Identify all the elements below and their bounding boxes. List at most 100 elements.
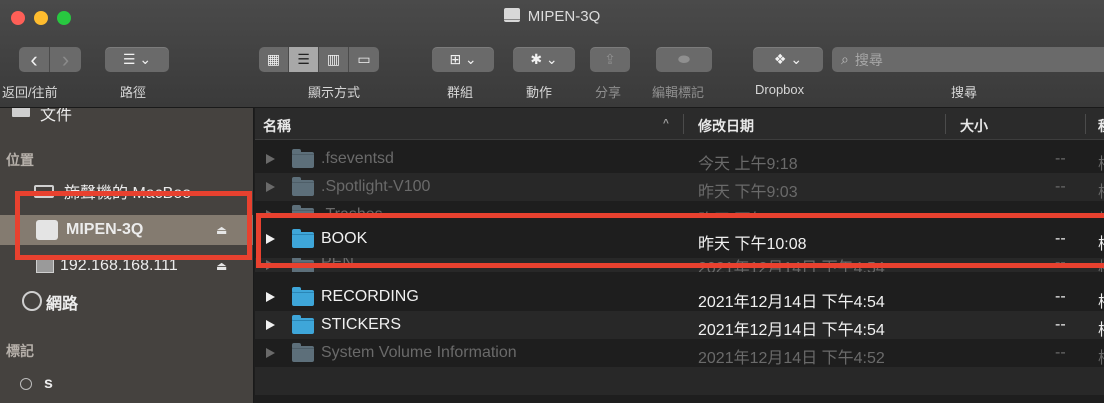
group-button[interactable]: ⊞ ⌄ <box>432 47 494 72</box>
file-name: System Volume Information <box>321 344 517 361</box>
sidebar: 文件 位置 旆聲機的 MacBoo MIPEN-3Q ⏏ 192.168.168… <box>0 108 254 403</box>
back-button[interactable]: ‹ <box>19 47 50 72</box>
column-header-size[interactable]: 大小 <box>960 116 988 136</box>
back-forward-label: 返回/往前 <box>2 85 58 100</box>
file-size: -- <box>1055 206 1066 215</box>
disclosure-triangle-icon[interactable] <box>266 182 275 192</box>
laptop-icon <box>34 185 54 198</box>
disclosure-triangle-icon[interactable] <box>266 154 275 164</box>
column-header-kind[interactable]: 種 <box>1098 116 1104 136</box>
back-forward-control: ‹ › <box>19 47 81 72</box>
file-name: .Trashes <box>321 206 383 215</box>
action-label: 動作 <box>526 85 553 100</box>
file-size: -- <box>1055 150 1066 167</box>
file-row-system-volume-information[interactable]: System Volume Information 2021年12月14日 下午… <box>255 339 1104 367</box>
file-list: 名稱 ^ 修改日期 大小 種 .fseventsd 今天 上午9:18 -- 檔… <box>255 108 1104 403</box>
path-label: 路徑 <box>120 85 147 100</box>
share-button[interactable]: ⇪ <box>590 47 630 72</box>
column-header-row: 名稱 ^ 修改日期 大小 種 <box>255 108 1104 140</box>
sidebar-item-label: s <box>44 375 53 392</box>
server-icon <box>36 259 54 273</box>
file-size: -- <box>1055 230 1066 247</box>
file-name: RECORDING <box>321 288 419 305</box>
icon-view-button[interactable]: ▦ <box>259 47 289 72</box>
edit-tags-label: 編輯標記 <box>652 85 705 100</box>
folder-icon <box>292 287 314 306</box>
file-size: -- <box>1055 344 1066 361</box>
window-title: MIPEN-3Q <box>0 8 1104 25</box>
file-kind: 檔 <box>1098 344 1104 368</box>
sidebar-item-documents[interactable]: 文件 <box>0 108 253 124</box>
file-name: .fseventsd <box>321 150 394 167</box>
folder-icon <box>292 258 314 272</box>
edit-tags-button[interactable]: ⬬ <box>656 47 712 72</box>
file-kind: 檔 <box>1098 206 1104 215</box>
file-kind: 檔 <box>1098 178 1104 202</box>
sidebar-item-label: 192.168.168.111 <box>60 257 178 274</box>
file-kind: 檔 <box>1098 150 1104 174</box>
column-header-date-modified[interactable]: 修改日期 <box>698 116 754 136</box>
file-row-book[interactable]: BOOK 昨天 下午10:08 -- 檔 <box>255 225 1104 253</box>
path-button[interactable]: ☰ ⌄ <box>105 47 169 72</box>
sidebar-item-tag-s[interactable]: s <box>0 371 253 397</box>
search-field[interactable]: ⌕ <box>832 47 1104 72</box>
sidebar-section-locations: 位置 <box>6 152 34 168</box>
disclosure-triangle-icon[interactable] <box>266 234 275 244</box>
file-date: 昨天 下午9:31 <box>698 206 798 215</box>
sidebar-item-label: 文件 <box>40 108 73 124</box>
disclosure-triangle-icon[interactable] <box>266 320 275 330</box>
file-row-pen[interactable]: PEN 2021年12月14日 下午4:54 -- 檔 <box>255 258 1104 272</box>
file-name: PEN <box>321 258 354 271</box>
file-name: .Spotlight-V100 <box>321 178 431 195</box>
sidebar-item-network-server[interactable]: 192.168.168.111 ⏏ <box>0 253 253 279</box>
share-label: 分享 <box>595 85 622 100</box>
file-size: -- <box>1055 178 1066 195</box>
folder-icon <box>292 149 314 168</box>
tag-circle-icon <box>20 378 32 390</box>
disclosure-triangle-icon[interactable] <box>266 348 275 358</box>
action-button[interactable]: ✱ ⌄ <box>513 47 575 72</box>
disclosure-triangle-icon[interactable] <box>266 260 275 270</box>
file-row-fseventsd[interactable]: .fseventsd 今天 上午9:18 -- 檔 <box>255 145 1104 173</box>
file-row-stickers[interactable]: STICKERS 2021年12月14日 下午4:54 -- 檔 <box>255 311 1104 339</box>
sidebar-item-network[interactable]: 網路 <box>0 289 253 315</box>
gallery-view-button[interactable]: ▭ <box>349 47 379 72</box>
file-size: -- <box>1055 316 1066 333</box>
sidebar-section-tags: 標記 <box>6 343 34 359</box>
file-row-trashes[interactable]: .Trashes 昨天 下午9:31 -- 檔 <box>255 201 1104 215</box>
file-kind: 檔 <box>1098 316 1104 340</box>
folder-icon <box>292 177 314 196</box>
file-date: 2021年12月14日 下午4:54 <box>698 260 885 272</box>
disclosure-triangle-icon[interactable] <box>266 292 275 302</box>
column-header-name[interactable]: 名稱 <box>263 116 291 136</box>
sidebar-item-macbook[interactable]: 旆聲機的 MacBoo <box>0 178 253 204</box>
eject-icon[interactable]: ⏏ <box>216 223 227 237</box>
sidebar-item-mipen-3q[interactable]: MIPEN-3Q ⏏ <box>0 215 253 245</box>
search-icon: ⌕ <box>841 51 849 67</box>
file-row-spotlight[interactable]: .Spotlight-V100 昨天 下午9:03 -- 檔 <box>255 173 1104 201</box>
window-toolbar: MIPEN-3Q ‹ › ☰ ⌄ ▦ ☰ ▥ ▭ ⊞ ⌄ ✱ ⌄ ⇪ ⬬ ❖ ⌄… <box>0 0 1104 108</box>
view-label: 顯示方式 <box>308 85 361 100</box>
list-view-button[interactable]: ☰ <box>289 47 319 72</box>
disclosure-triangle-icon[interactable] <box>266 210 275 215</box>
dropbox-button[interactable]: ❖ ⌄ <box>753 47 823 72</box>
file-size: -- <box>1055 288 1066 305</box>
external-drive-icon <box>36 220 58 240</box>
file-date: 2021年12月14日 下午4:54 <box>698 294 885 311</box>
globe-icon <box>22 291 42 311</box>
file-date: 昨天 下午10:08 <box>698 236 807 253</box>
file-date: 今天 上午9:18 <box>698 156 798 173</box>
column-divider[interactable] <box>945 114 946 134</box>
file-name: STICKERS <box>321 316 402 333</box>
eject-icon[interactable]: ⏏ <box>216 259 227 273</box>
column-divider[interactable] <box>683 114 684 134</box>
column-divider[interactable] <box>1085 114 1086 134</box>
file-row-recording[interactable]: RECORDING 2021年12月14日 下午4:54 -- 檔 <box>255 283 1104 311</box>
column-view-button[interactable]: ▥ <box>319 47 349 72</box>
search-input[interactable] <box>854 51 1055 68</box>
forward-button[interactable]: › <box>50 47 81 72</box>
view-mode-control: ▦ ☰ ▥ ▭ <box>259 47 379 72</box>
file-kind: 檔 <box>1098 288 1104 312</box>
folder-icon <box>292 315 314 334</box>
dropbox-label: Dropbox <box>755 82 805 97</box>
